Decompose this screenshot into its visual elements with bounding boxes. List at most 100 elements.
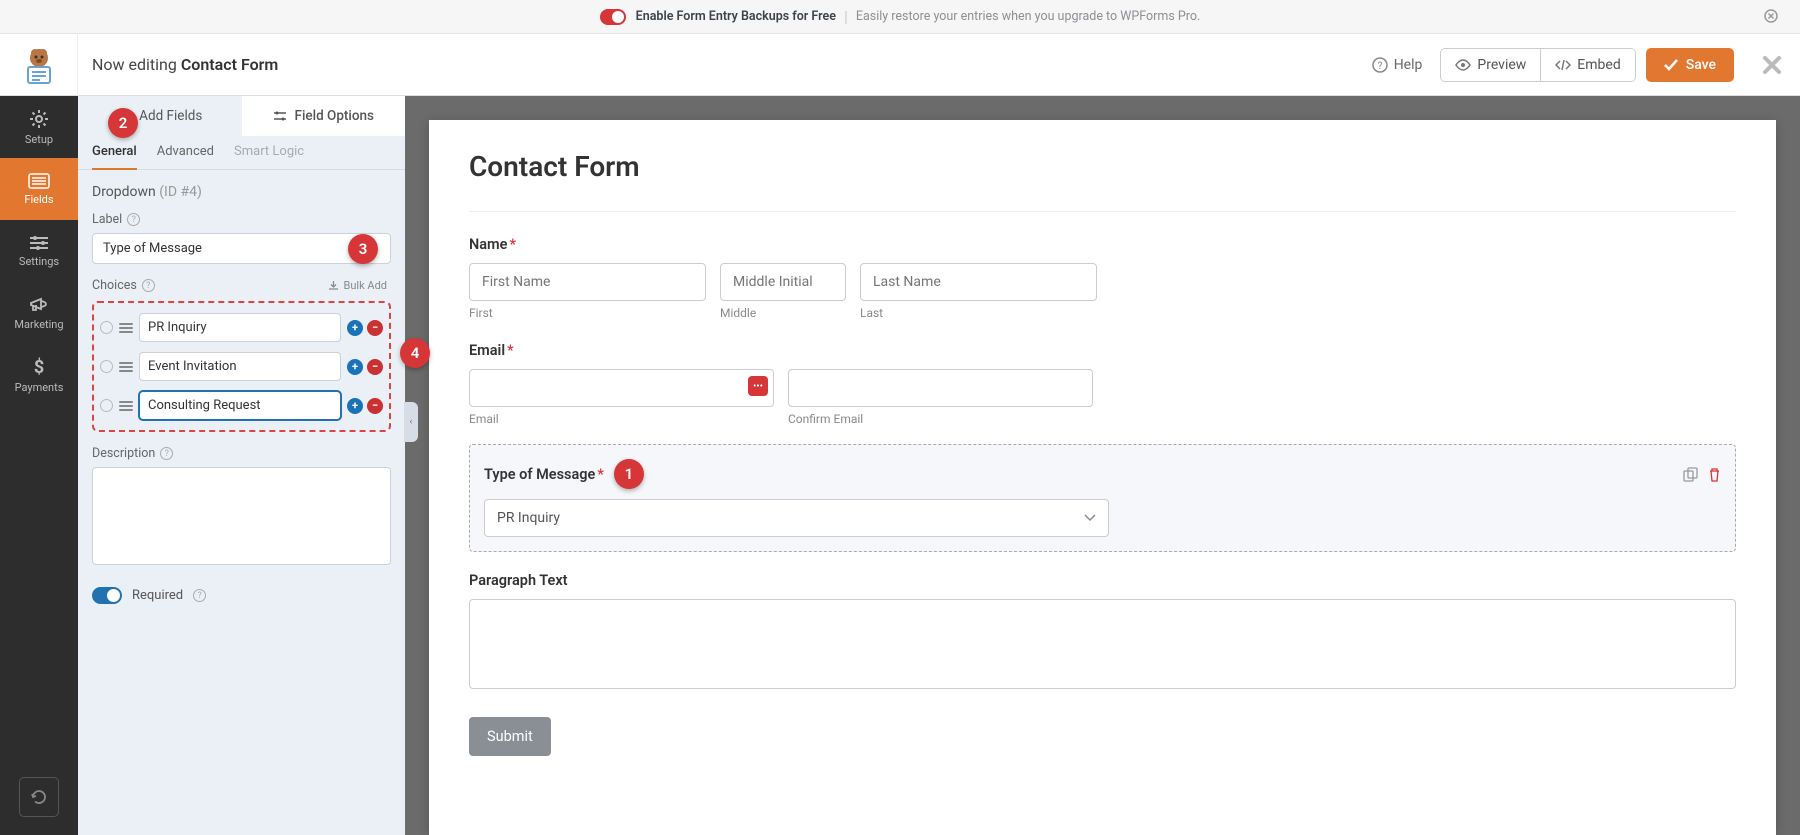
nav-marketing[interactable]: Marketing [0, 282, 78, 344]
form-preview-area: Contact Form Name* First Middle [405, 96, 1800, 835]
first-name-input[interactable] [469, 263, 706, 301]
subtab-advanced[interactable]: Advanced [157, 136, 214, 169]
nav-fields[interactable]: Fields [0, 158, 78, 220]
paragraph-textarea[interactable] [469, 599, 1736, 689]
field-type-header: Dropdown (ID #4) [92, 184, 391, 200]
form-preview: Contact Form Name* First Middle [429, 120, 1776, 835]
subtab-smart-logic[interactable]: Smart Logic [234, 136, 304, 169]
banner-text-bold: Enable Form Entry Backups for Free [636, 9, 836, 24]
add-choice-button[interactable]: + [347, 320, 363, 336]
type-dropdown-value: PR Inquiry [497, 510, 560, 526]
preview-button[interactable]: Preview [1441, 49, 1541, 81]
nav-fields-label: Fields [24, 193, 53, 206]
tab-field-options-label: Field Options [295, 108, 374, 124]
list-icon [28, 173, 50, 189]
save-button[interactable]: Save [1646, 48, 1734, 82]
bulk-add-label: Bulk Add [344, 279, 387, 292]
paragraph-label: Paragraph Text [469, 572, 1736, 589]
chevron-left-icon: ‹ [410, 417, 413, 427]
remove-choice-button[interactable]: − [367, 320, 383, 336]
required-label: Required [132, 588, 183, 603]
eye-icon [1455, 59, 1471, 71]
required-toggle[interactable] [92, 587, 122, 604]
duplicate-field-icon[interactable] [1683, 467, 1698, 482]
choice-row: + − [100, 352, 383, 381]
last-name-input[interactable] [860, 263, 1097, 301]
help-tooltip-icon[interactable]: ? [160, 447, 173, 460]
email-field: Email* ••• Email Confirm Email [469, 342, 1736, 426]
banner-toggle[interactable] [600, 9, 626, 25]
remove-choice-button[interactable]: − [367, 398, 383, 414]
page-title: Now editing Contact Form [92, 55, 1372, 74]
confirm-email-input[interactable] [788, 369, 1093, 407]
email-label: Email* [469, 342, 1736, 359]
tab-add-fields[interactable]: Add Fields [78, 96, 242, 136]
type-of-message-field[interactable]: Type of Message* 1 PR Inquiry [469, 444, 1736, 552]
remove-choice-button[interactable]: − [367, 359, 383, 375]
vertical-nav: Setup Fields Settings Marketing $ Paymen… [0, 96, 78, 835]
paragraph-field: Paragraph Text [469, 572, 1736, 693]
choice-row: + − [100, 313, 383, 342]
nav-settings[interactable]: Settings [0, 220, 78, 282]
last-sublabel: Last [860, 306, 1097, 320]
bullhorn-icon [29, 296, 49, 314]
label-input[interactable] [92, 233, 391, 264]
drag-handle-icon[interactable] [119, 362, 133, 372]
title-name: Contact Form [181, 55, 278, 74]
nav-setup[interactable]: Setup [0, 96, 78, 158]
close-builder-icon[interactable] [1762, 55, 1782, 75]
help-link[interactable]: ? Help [1372, 57, 1423, 73]
choices-label-text: Choices [92, 278, 137, 293]
password-manager-icon[interactable]: ••• [748, 376, 768, 396]
check-icon [1664, 59, 1678, 71]
drag-handle-icon[interactable] [119, 401, 133, 411]
middle-initial-input[interactable] [720, 263, 846, 301]
annotation-1: 1 [614, 459, 644, 489]
preview-label: Preview [1477, 57, 1526, 73]
promo-banner: Enable Form Entry Backups for Free | Eas… [0, 0, 1800, 34]
description-textarea[interactable] [92, 467, 391, 565]
choice-radio[interactable] [100, 399, 113, 412]
help-tooltip-icon[interactable]: ? [142, 279, 155, 292]
field-type-name: Dropdown [92, 184, 156, 200]
embed-label: Embed [1577, 57, 1620, 73]
tab-field-options[interactable]: Field Options [242, 96, 406, 136]
name-field: Name* First Middle Last [469, 236, 1736, 320]
choice-input[interactable] [139, 352, 341, 381]
banner-separator: | [844, 7, 848, 26]
first-sublabel: First [469, 306, 706, 320]
choice-radio[interactable] [100, 360, 113, 373]
help-icon: ? [1372, 57, 1388, 73]
sliders-icon [29, 235, 49, 251]
divider [469, 211, 1736, 212]
svg-text:?: ? [1377, 61, 1382, 72]
drag-handle-icon[interactable] [119, 323, 133, 333]
wpforms-logo[interactable] [0, 34, 78, 96]
annotation-2: 2 [108, 108, 138, 138]
subtab-general[interactable]: General [92, 136, 137, 169]
email-input[interactable] [469, 369, 774, 407]
choice-radio[interactable] [100, 321, 113, 334]
type-label: Type of Message* [484, 466, 604, 483]
revisions-button[interactable] [19, 777, 59, 817]
choice-input[interactable] [139, 391, 341, 420]
history-icon [30, 788, 48, 806]
dollar-icon: $ [32, 357, 46, 377]
help-tooltip-icon[interactable]: ? [193, 589, 206, 602]
collapse-panel-button[interactable]: ‹ [404, 402, 418, 442]
bulk-add-link[interactable]: Bulk Add [328, 279, 387, 292]
banner-close-icon[interactable] [1764, 9, 1778, 23]
type-dropdown[interactable]: PR Inquiry [484, 499, 1109, 537]
add-choice-button[interactable]: + [347, 359, 363, 375]
chevron-down-icon [1084, 514, 1096, 522]
nav-settings-label: Settings [19, 255, 59, 268]
submit-button[interactable]: Submit [469, 717, 551, 756]
embed-button[interactable]: Embed [1541, 49, 1634, 81]
nav-payments[interactable]: $ Payments [0, 344, 78, 406]
delete-field-icon[interactable] [1708, 467, 1721, 482]
add-choice-button[interactable]: + [347, 398, 363, 414]
sub-tabs: General Advanced Smart Logic [78, 136, 405, 170]
help-tooltip-icon[interactable]: ? [127, 213, 140, 226]
label-field-label: Label ? [92, 212, 391, 227]
choice-input[interactable] [139, 313, 341, 342]
